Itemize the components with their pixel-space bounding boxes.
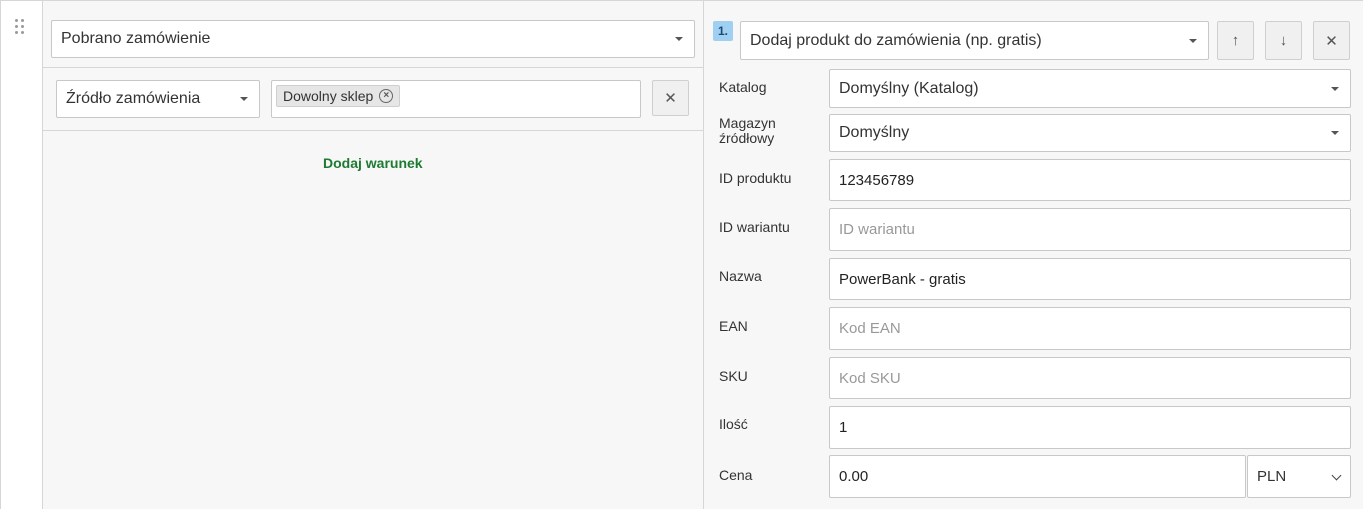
variant-id-label: ID wariantu [719, 219, 790, 235]
divider [43, 130, 704, 131]
caret-down-icon [1331, 86, 1339, 91]
add-condition-link[interactable]: Dodaj warunek [323, 155, 423, 171]
product-id-label: ID produktu [719, 170, 792, 186]
product-id-input[interactable]: 123456789 [829, 159, 1351, 201]
currency-value: PLN [1257, 468, 1287, 485]
condition-field-value: Źródło zamówienia [66, 90, 201, 107]
caret-down-icon [240, 97, 248, 101]
remove-action-button[interactable]: ✕ [1313, 21, 1350, 60]
warehouse-select[interactable]: Domyślny [829, 114, 1351, 152]
action-type-value: Dodaj produkt do zamówienia (np. gratis) [750, 31, 1042, 49]
drag-column [0, 0, 43, 509]
condition-tag-label: Dowolny sklep [283, 88, 374, 104]
catalog-label: Katalog [719, 79, 767, 95]
trigger-panel: Pobrano zamówienie Źródło zamówienia Dow… [43, 0, 704, 509]
variant-id-input[interactable]: ID wariantu [829, 208, 1351, 251]
warehouse-label-line2: źródłowy [719, 130, 775, 146]
close-icon: ✕ [1325, 32, 1338, 50]
quantity-label: Ilość [719, 416, 748, 432]
chevron-down-icon [1331, 470, 1342, 480]
remove-condition-button[interactable]: ✕ [652, 80, 689, 116]
price-label: Cena [719, 467, 753, 483]
name-input[interactable]: PowerBank - gratis [829, 258, 1351, 300]
tag-remove-icon[interactable]: × [379, 89, 394, 103]
warehouse-label-line1: Magazyn [719, 115, 776, 131]
sku-input[interactable]: Kod SKU [829, 357, 1351, 399]
trigger-event-value: Pobrano zamówienie [61, 30, 211, 47]
action-type-select[interactable]: Dodaj produkt do zamówienia (np. gratis) [740, 21, 1209, 60]
condition-tag: Dowolny sklep × [276, 85, 401, 107]
ean-label: EAN [719, 318, 748, 334]
quantity-input[interactable]: 1 [829, 406, 1351, 449]
caret-down-icon [1331, 131, 1339, 135]
action-panel: 1. Dodaj produkt do zamówienia (np. grat… [704, 0, 1363, 509]
catalog-select[interactable]: Domyślny (Katalog) [829, 69, 1351, 108]
condition-field-select[interactable]: Źródło zamówienia [56, 80, 260, 118]
close-icon: ✕ [664, 90, 677, 107]
divider [43, 67, 704, 68]
move-up-button[interactable]: ↑ [1217, 21, 1254, 60]
name-label: Nazwa [719, 268, 762, 284]
caret-down-icon [1189, 38, 1197, 43]
catalog-value: Domyślny (Katalog) [839, 79, 979, 97]
action-index-badge: 1. [713, 21, 733, 41]
warehouse-label: Magazyn źródłowy [719, 116, 776, 146]
price-input[interactable]: 0.00 [829, 455, 1246, 498]
sku-label: SKU [719, 368, 748, 384]
caret-down-icon [675, 37, 683, 41]
arrow-up-icon: ↑ [1231, 32, 1240, 49]
trigger-event-select[interactable]: Pobrano zamówienie [51, 20, 695, 58]
arrow-down-icon: ↓ [1279, 32, 1288, 49]
move-down-button[interactable]: ↓ [1265, 21, 1302, 60]
condition-value-multiselect[interactable]: Dowolny sklep × [271, 80, 641, 118]
drag-handle-icon[interactable] [15, 19, 27, 37]
ean-input[interactable]: Kod EAN [829, 307, 1351, 350]
warehouse-value: Domyślny [839, 124, 910, 141]
currency-select[interactable]: PLN [1247, 455, 1351, 498]
